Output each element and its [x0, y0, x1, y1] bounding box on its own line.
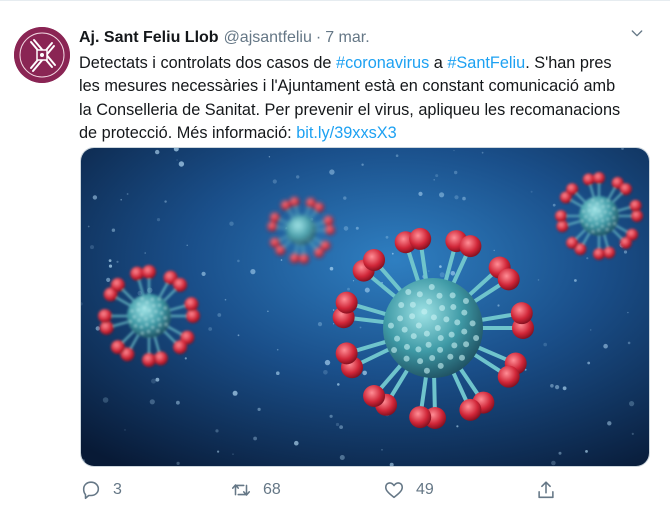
hashtag-santfeliu[interactable]: #SantFeliu	[447, 54, 525, 72]
hashtag-coronavirus[interactable]: #coronavirus	[336, 54, 429, 72]
display-name[interactable]: Aj. Sant Feliu Llob	[79, 29, 219, 47]
reply-count: 3	[113, 481, 122, 498]
separator: ·	[315, 29, 322, 46]
tweet-text: Detectats i controlats dos casos de #cor…	[79, 52, 654, 145]
retweet-icon	[231, 484, 251, 496]
tweet-actions: 3 68 49	[0, 475, 670, 505]
divider	[0, 0, 670, 1]
user-handle[interactable]: @ajsantfeliu	[224, 29, 312, 47]
tweet-menu-button[interactable]	[624, 20, 650, 46]
like-count: 49	[416, 481, 434, 498]
text-segment: Detectats i controlats dos casos de	[79, 54, 337, 72]
reply-button[interactable]: 3	[80, 475, 122, 505]
tweet-header: Aj. Sant Feliu Llob @ajsantfeliu · 7 mar…	[79, 27, 370, 49]
retweet-button[interactable]: 68	[230, 475, 281, 505]
tweet-text-line: de protecció. Més informació: bit.ly/39x…	[79, 122, 654, 145]
avatar[interactable]	[14, 27, 70, 83]
heart-icon	[384, 482, 404, 499]
tweet-text-line: les mesures necessàries i l'Ajuntament e…	[79, 77, 616, 96]
text-segment: . S'han pres	[525, 54, 612, 72]
municipal-logo-icon	[14, 27, 70, 83]
tweet-date[interactable]: 7 mar.	[325, 29, 369, 47]
tweet-text-line: Detectats i controlats dos casos de #cor…	[79, 52, 654, 75]
tweet-text-line: la Conselleria de Sanitat. Per prevenir …	[79, 100, 621, 119]
reply-icon	[82, 481, 100, 500]
coronavirus-illustration	[81, 148, 649, 466]
share-icon	[538, 481, 554, 499]
text-segment: a	[429, 54, 448, 72]
text-segment: de protecció. Més informació:	[79, 123, 297, 142]
share-button[interactable]	[535, 475, 557, 505]
info-link[interactable]: bit.ly/39xxsX3	[296, 124, 396, 142]
tweet-card[interactable]: Aj. Sant Feliu Llob @ajsantfeliu · 7 mar…	[0, 0, 670, 512]
tweet-media[interactable]	[80, 147, 650, 467]
chevron-down-icon	[631, 30, 643, 37]
retweet-count: 68	[263, 481, 281, 498]
like-button[interactable]: 49	[383, 475, 434, 505]
